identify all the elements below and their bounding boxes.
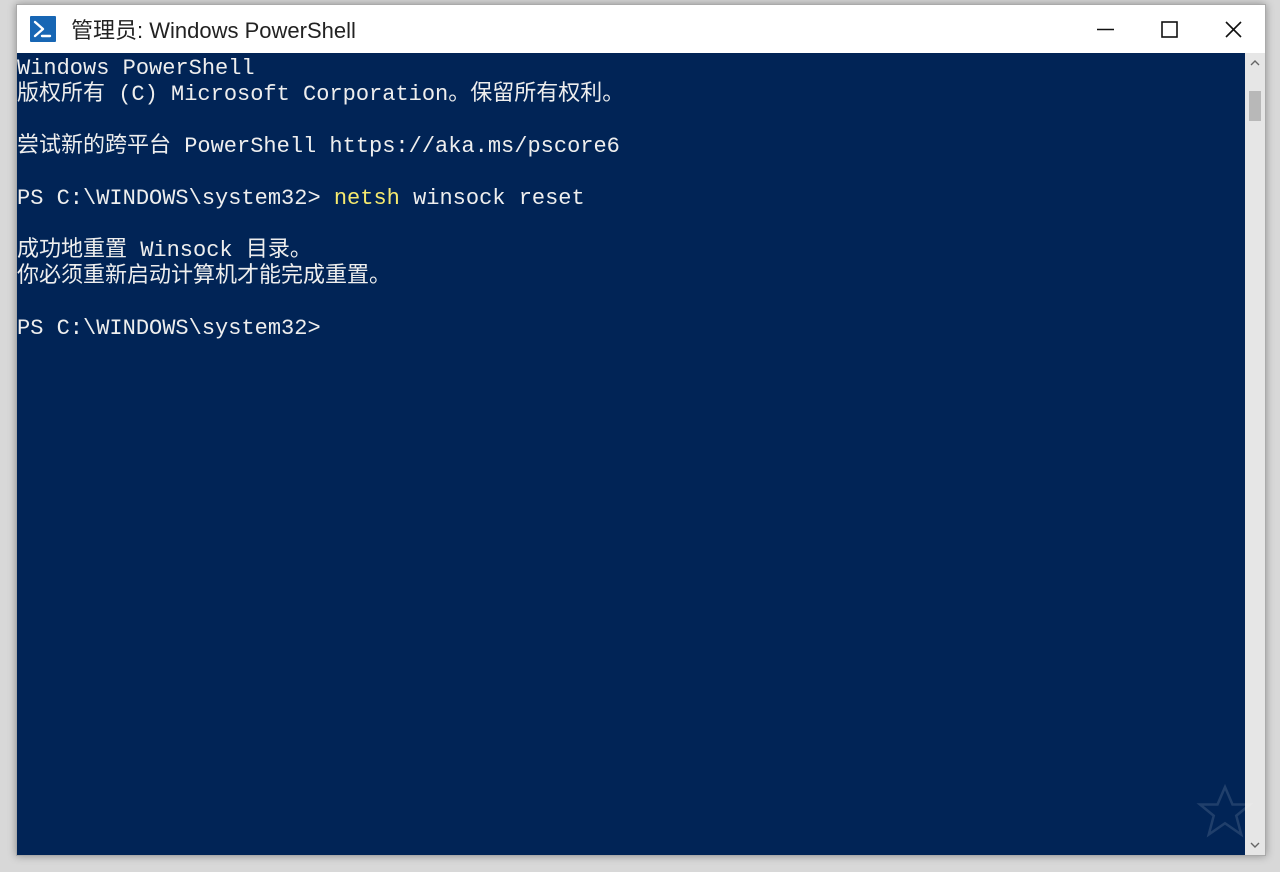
titlebar[interactable]: 管理员: Windows PowerShell [17,5,1265,53]
command-rest: winsock reset [400,186,585,211]
window-title: 管理员: Windows PowerShell [71,13,356,45]
close-icon [1224,20,1243,39]
banner-title: Windows PowerShell [17,56,255,81]
maximize-button[interactable] [1137,5,1201,53]
banner-try: 尝试新的跨平台 PowerShell https://aka.ms/pscore… [17,134,620,159]
prompt-1: PS C:\WINDOWS\system32> [17,186,334,211]
chevron-up-icon [1249,57,1261,69]
scroll-track[interactable] [1245,73,1265,835]
close-button[interactable] [1201,5,1265,53]
chevron-down-icon [1249,839,1261,851]
scroll-thumb[interactable] [1249,91,1261,121]
vertical-scrollbar[interactable] [1245,53,1265,855]
maximize-icon [1160,20,1179,39]
scroll-down-button[interactable] [1245,835,1265,855]
powershell-icon [25,11,61,47]
result-line-2: 你必须重新启动计算机才能完成重置。 [17,264,391,289]
scroll-up-button[interactable] [1245,53,1265,73]
console-wrap: Windows PowerShell 版权所有 (C) Microsoft Co… [17,53,1265,855]
minimize-icon [1096,20,1115,39]
banner-copyright: 版权所有 (C) Microsoft Corporation。保留所有权利。 [17,82,624,107]
console-output[interactable]: Windows PowerShell 版权所有 (C) Microsoft Co… [17,53,1245,855]
result-line-1: 成功地重置 Winsock 目录。 [17,238,312,263]
prompt-2: PS C:\WINDOWS\system32> [17,316,321,341]
minimize-button[interactable] [1073,5,1137,53]
command-highlight: netsh [334,186,400,211]
powershell-window: 管理员: Windows PowerShell Windows PowerShe… [16,4,1266,856]
